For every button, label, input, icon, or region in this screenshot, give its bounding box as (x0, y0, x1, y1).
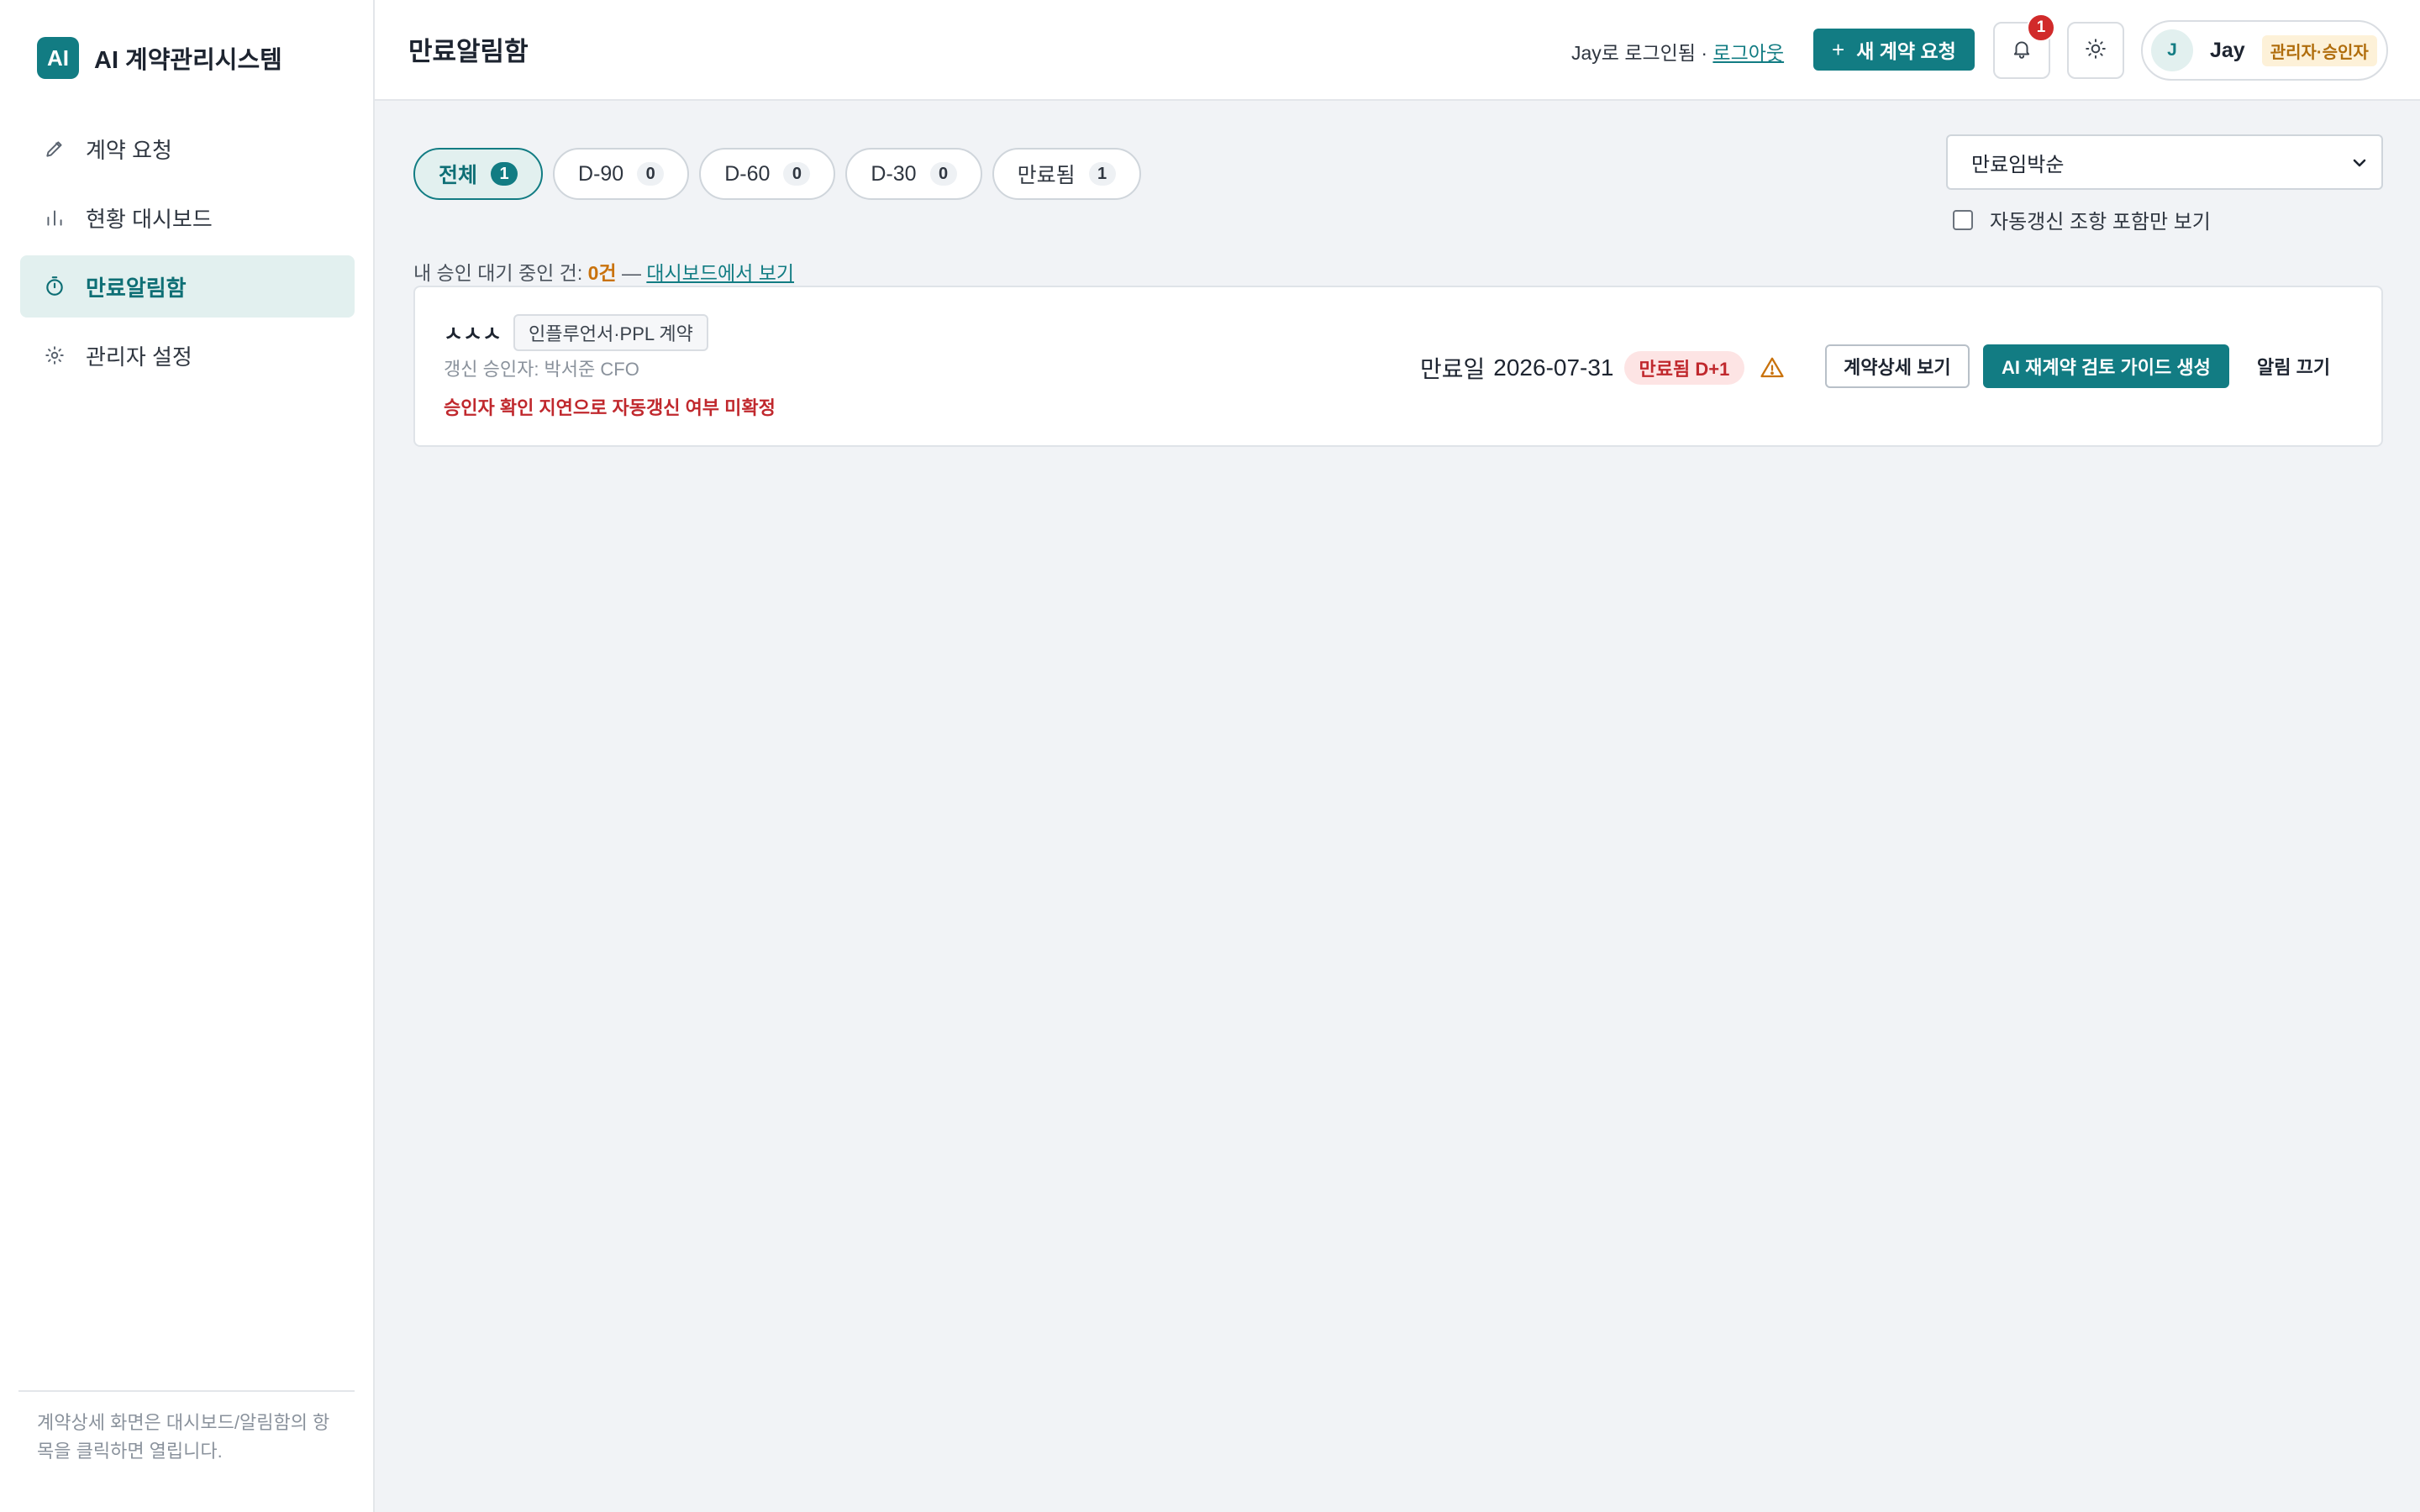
renewal-warning-note: 승인자 확인 지연으로 자동갱신 여부 미확정 (444, 397, 776, 418)
filter-tab-label: 만료됨 (1017, 164, 1076, 187)
sort-select[interactable]: 만료임박순 (1946, 134, 2383, 190)
gear-icon (42, 343, 67, 368)
new-contract-request-label: 새 계약 요청 (1856, 40, 1956, 62)
filter-tab-all[interactable]: 전체 1 (413, 148, 544, 200)
theme-toggle-button[interactable] (2067, 22, 2124, 79)
brand-logo: AI (37, 37, 79, 79)
brand-name: AI 계약관리시스템 (94, 47, 282, 74)
contract-title-row: ㅅㅅㅅ 인플루언서·PPL 계약 (444, 314, 708, 351)
filter-tab-count: 1 (1088, 162, 1116, 186)
role-badge: 관리자·승인자 (2261, 34, 2377, 66)
bell-icon (2011, 38, 2033, 64)
contract-name: ㅅㅅㅅ (444, 323, 502, 346)
notification-count-badge: 1 (2027, 13, 2055, 42)
filter-tab-d90[interactable]: D-90 0 (553, 148, 690, 200)
filter-tab-label: D-60 (724, 161, 771, 186)
login-info: Jay로 로그인됨 · 로그아웃 (1571, 37, 1784, 66)
sidebar-item-contract-request[interactable]: 계약 요청 (20, 118, 355, 180)
status-badge: 만료됨 D+1 (1623, 351, 1745, 385)
pencil-icon (42, 136, 67, 161)
expiry-alert-card: ㅅㅅㅅ 인플루언서·PPL 계약 갱신 승인자: 박서준 CFO 승인자 확인 … (413, 286, 2383, 447)
pending-approvals-summary: 내 승인 대기 중인 건: 0건 — 대시보드에서 보기 (413, 257, 794, 286)
auto-renew-only-checkbox[interactable] (1953, 209, 1973, 230)
mute-alert-button[interactable]: 알림 끄기 (2249, 344, 2338, 388)
sun-icon (2085, 38, 2107, 64)
filter-tab-count: 0 (783, 162, 811, 186)
view-contract-detail-button[interactable]: 계약상세 보기 (1825, 344, 1970, 388)
pending-dash: — (616, 262, 647, 284)
chevron-down-icon (2349, 153, 2370, 179)
auto-renew-only-label: 자동갱신 조항 포함만 보기 (1990, 211, 2211, 234)
filter-tab-count: 1 (491, 162, 518, 186)
expiry-info: 만료일 2026-07-31 만료됨 D+1 (1420, 351, 1785, 385)
sort-selected-value: 만료임박순 (1971, 153, 2065, 176)
filter-tab-label: 전체 (439, 164, 478, 187)
filter-tab-count: 0 (637, 162, 665, 186)
auto-renew-filter: 자동갱신 조항 포함만 보기 (1953, 205, 2211, 234)
filter-tab-label: D-90 (578, 161, 624, 186)
brand[interactable]: AI AI 계약관리시스템 (37, 37, 282, 79)
filter-tab-label: D-30 (871, 161, 917, 186)
expiry-label: 만료일 (1420, 356, 1486, 382)
view-in-dashboard-link[interactable]: 대시보드에서 보기 (646, 262, 794, 284)
logout-link[interactable]: 로그아웃 (1712, 42, 1784, 64)
sidebar-nav: 계약 요청 현황 대시보드 만료알림함 관리자 설정 (20, 118, 355, 393)
user-name: Jay (2210, 38, 2245, 62)
sidebar-footer-note: 계약상세 화면은 대시보드/알림함의 항목을 클릭하면 열립니다. (18, 1390, 355, 1466)
sidebar-item-expiry-inbox[interactable]: 만료알림함 (20, 255, 355, 318)
filter-tab-count: 0 (929, 162, 957, 186)
generate-ai-renewal-guide-button[interactable]: AI 재계약 검토 가이드 생성 (1983, 344, 2229, 388)
sidebar-item-label: 관리자 설정 (86, 344, 192, 370)
new-contract-request-button[interactable]: + 새 계약 요청 (1813, 29, 1975, 71)
login-text: Jay로 로그인됨 · (1571, 42, 1713, 64)
user-menu[interactable]: J Jay 관리자·승인자 (2141, 20, 2388, 81)
warning-triangle-icon (1760, 355, 1785, 381)
filter-tab-expired[interactable]: 만료됨 1 (992, 148, 1141, 200)
pending-count: 0건 (587, 262, 617, 284)
plus-icon: + (1832, 36, 1845, 62)
renewal-approver: 갱신 승인자: 박서준 CFO (444, 359, 639, 380)
pending-prefix: 내 승인 대기 중인 건: (413, 262, 588, 284)
sidebar: AI AI 계약관리시스템 계약 요청 현황 대시보드 만료알림함 관리자 설정… (0, 0, 375, 1512)
sidebar-item-label: 계약 요청 (86, 137, 172, 163)
sidebar-item-admin-settings[interactable]: 관리자 설정 (20, 324, 355, 386)
filter-tab-d30[interactable]: D-30 0 (845, 148, 982, 200)
avatar: J (2151, 29, 2193, 71)
expiry-date: 2026-07-31 (1493, 354, 1614, 381)
expiry-filter-tabs: 전체 1 D-90 0 D-60 0 D-30 0 만료됨 1 (413, 148, 1141, 200)
sidebar-item-label: 현황 대시보드 (86, 206, 213, 232)
top-header: 만료알림함 Jay로 로그인됨 · 로그아웃 + 새 계약 요청 1 J Jay… (375, 0, 2420, 101)
contract-type-tag: 인플루언서·PPL 계약 (513, 314, 708, 351)
page-title: 만료알림함 (408, 37, 529, 66)
sidebar-item-dashboard[interactable]: 현황 대시보드 (20, 186, 355, 249)
bar-chart-icon (42, 205, 67, 230)
timer-icon (42, 274, 67, 299)
sidebar-item-label: 만료알림함 (86, 275, 187, 301)
app-root: AI AI 계약관리시스템 계약 요청 현황 대시보드 만료알림함 관리자 설정… (0, 0, 2420, 1512)
filter-tab-d60[interactable]: D-60 0 (699, 148, 836, 200)
